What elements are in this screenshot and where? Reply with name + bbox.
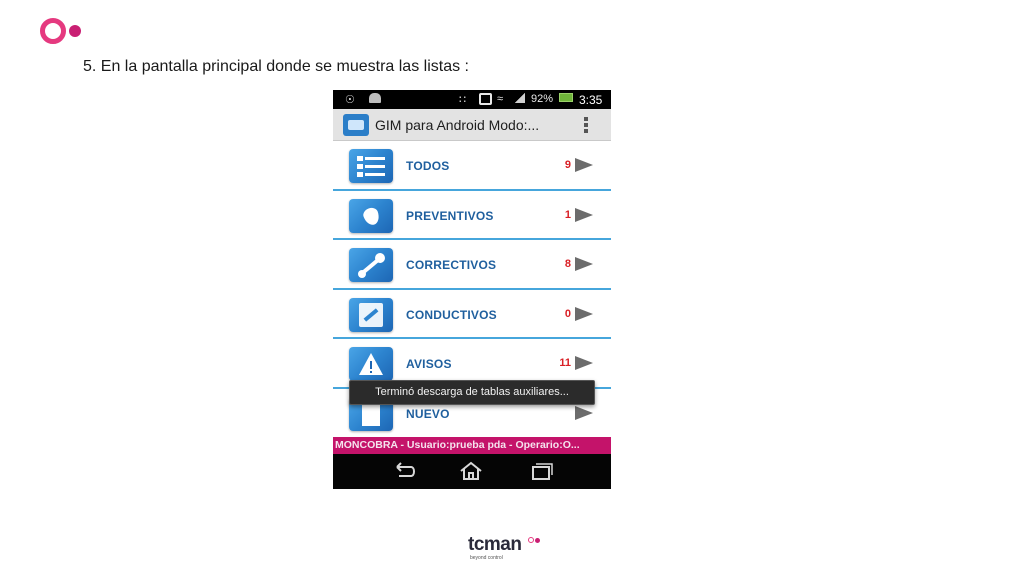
glyph-part: [365, 165, 385, 168]
chevron-right-icon: [575, 306, 593, 321]
brand-logo: tcman beyond control: [468, 534, 548, 564]
home-icon[interactable]: [457, 461, 485, 481]
recent-apps-icon[interactable]: [527, 461, 555, 481]
android-debug-icon: [369, 93, 381, 103]
list-icon: [349, 149, 393, 183]
usb-icon: ☉: [345, 94, 355, 106]
bluetooth-icon: ∷: [459, 94, 466, 106]
slide-title: 5. En la pantalla principal donde se mue…: [83, 58, 469, 75]
list-item-count: 9: [564, 159, 571, 171]
slide-logo-icon: [40, 17, 84, 45]
chevron-right-icon: [575, 207, 593, 222]
list-item-todos[interactable]: TODOS 9: [333, 141, 611, 191]
phone-screen: ☉ ∷ ≈ 92% 3:35 GIM para Android Modo:...: [333, 90, 611, 489]
chevron-right-icon: [575, 158, 593, 172]
signal-icon: [515, 93, 525, 103]
list-item-preventivos[interactable]: PREVENTIVOS 1: [333, 191, 611, 241]
action-bar: GIM para Android Modo:...: [333, 109, 611, 141]
drop-icon: [349, 198, 393, 233]
glyph-part: [357, 172, 363, 177]
app-icon[interactable]: [343, 114, 369, 136]
overflow-dot: [584, 129, 588, 133]
overflow-dot: [584, 117, 588, 121]
brand-ring-icon: [528, 537, 534, 543]
glyph-part: [365, 157, 385, 160]
navigation-bar: [333, 454, 611, 489]
chevron-right-icon: [575, 405, 593, 420]
logo-ring: [40, 18, 66, 44]
list-item-label: AVISOS: [406, 357, 452, 372]
logo-dot: [69, 25, 81, 37]
list-item-label: CORRECTIVOS: [406, 258, 497, 273]
status-time: 3:35: [579, 93, 603, 107]
glyph-part: [375, 253, 385, 264]
overflow-dot: [584, 123, 588, 127]
list-item-count: 8: [564, 258, 571, 271]
list-item-count: 1: [564, 208, 571, 221]
wifi-icon: ≈: [497, 93, 504, 105]
session-info-bar: MONCOBRA - Usuario:prueba pda - Operario…: [333, 437, 611, 454]
toast-message: Terminó descarga de tablas auxiliares...: [349, 380, 595, 405]
brand-dot-icon: [535, 538, 540, 543]
brand-name: tcman: [468, 534, 522, 555]
glyph-part: [370, 371, 372, 374]
glyph-part: [362, 402, 380, 426]
list-item-count: 11: [559, 357, 571, 370]
list-item-correctivos[interactable]: CORRECTIVOS 8: [333, 240, 611, 290]
glyph-part: [357, 156, 363, 161]
glyph-part: [358, 270, 366, 279]
list-item-label: PREVENTIVOS: [406, 208, 494, 223]
warning-icon: [349, 347, 393, 382]
glyph-part: [361, 205, 382, 227]
list-item-conductivos[interactable]: CONDUCTIVOS 0: [333, 290, 611, 340]
list-item-label: NUEVO: [406, 406, 450, 421]
chevron-right-icon: [575, 257, 593, 272]
tools-icon: [349, 297, 393, 332]
wrench-icon: [349, 248, 393, 283]
brand-tagline: beyond control: [470, 555, 503, 561]
app-title: GIM para Android Modo:...: [375, 117, 540, 133]
list-item-label: CONDUCTIVOS: [406, 307, 497, 322]
list-item-count: 0: [564, 307, 571, 320]
chevron-right-icon: [575, 356, 593, 371]
nfc-icon: [479, 93, 492, 105]
glyph-part: [357, 164, 363, 169]
glyph-part: [365, 173, 385, 176]
status-bar: ☉ ∷ ≈ 92% 3:35: [333, 90, 611, 109]
battery-percent: 92%: [531, 93, 554, 105]
app-icon-inner: [348, 120, 364, 130]
glyph-part: [370, 361, 372, 370]
overflow-menu-icon[interactable]: [583, 117, 589, 133]
back-icon[interactable]: [389, 461, 417, 481]
list-item-label: TODOS: [406, 159, 450, 173]
battery-icon: [559, 93, 573, 102]
